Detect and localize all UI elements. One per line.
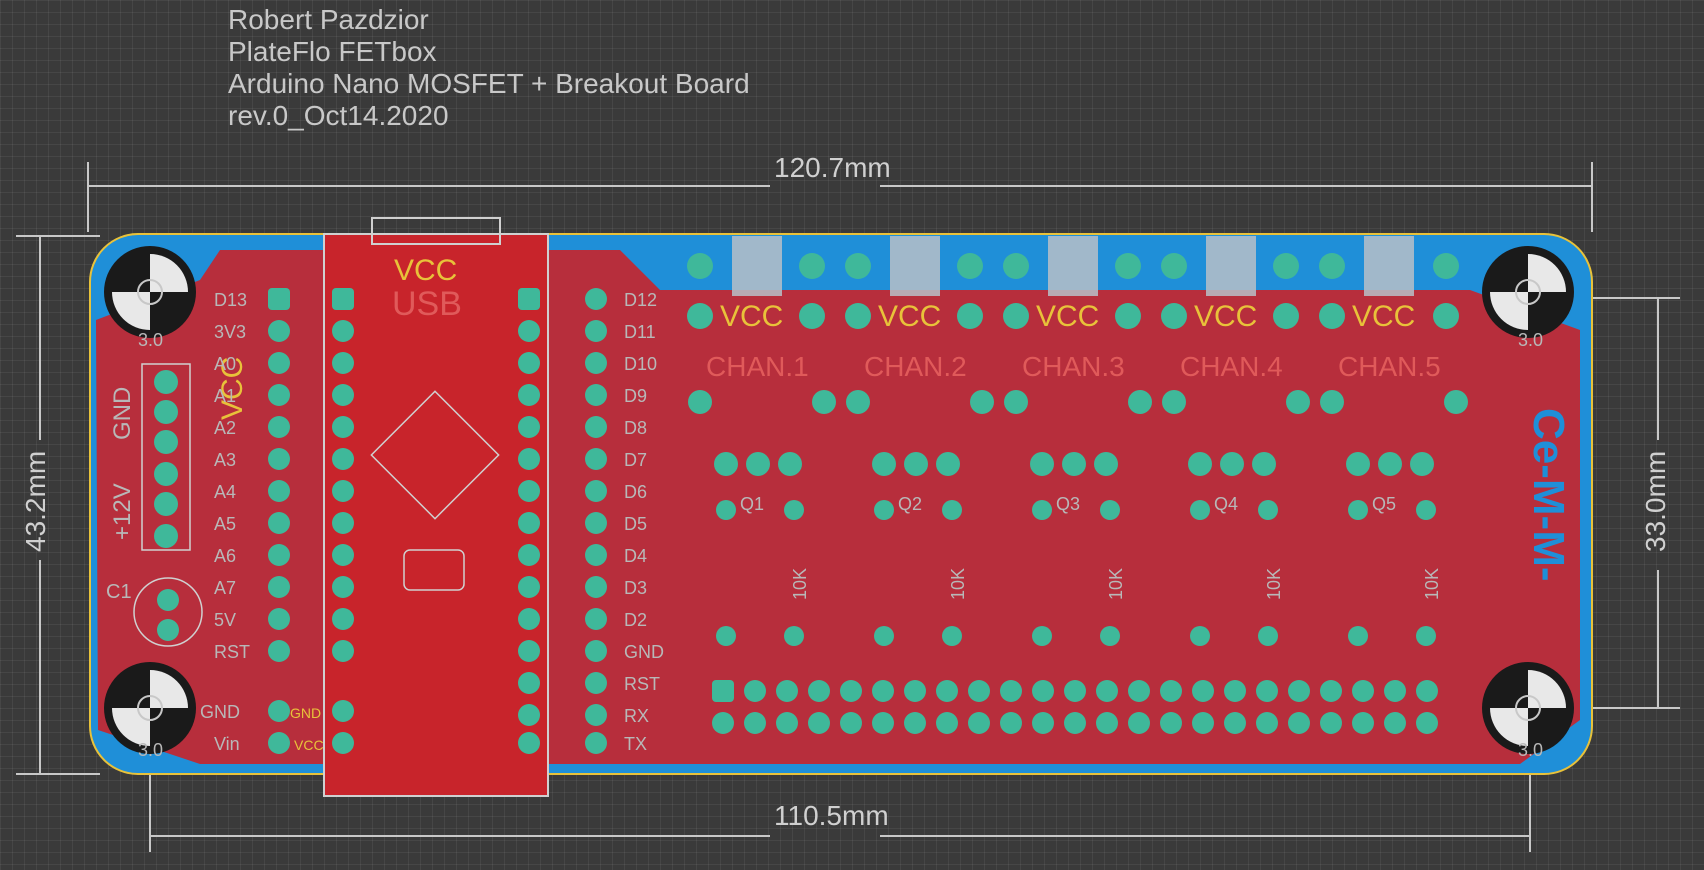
- vcc-net-label: VCC: [394, 254, 457, 287]
- channel-label: CHAN.5: [1338, 351, 1441, 382]
- power-terminal-label: +12V: [109, 483, 136, 540]
- left-pin-label: 5V: [214, 610, 236, 630]
- right-pin-label: D10: [624, 354, 657, 374]
- vcc-label: VCC: [878, 300, 941, 333]
- resistor-value: 10K: [1106, 568, 1126, 600]
- left-pin-label: A7: [214, 578, 236, 598]
- mosfet-label: Q5: [1372, 494, 1396, 514]
- right-pin-label: D6: [624, 482, 647, 502]
- channel-label: CHAN.4: [1180, 351, 1283, 382]
- resistor-value: 10K: [1422, 568, 1442, 600]
- mosfet-label: Q1: [740, 494, 764, 514]
- right-pin-label: D4: [624, 546, 647, 566]
- right-pin-label: D9: [624, 386, 647, 406]
- right-pin-label: RST: [624, 674, 660, 694]
- vcc-label: VCC: [1036, 300, 1099, 333]
- right-pin-label: GND: [624, 642, 664, 662]
- vcc-label: VCC: [1194, 300, 1257, 333]
- vcc-label: VCC: [1352, 300, 1415, 333]
- right-pin-label: TX: [624, 734, 647, 754]
- right-pin-label: D3: [624, 578, 647, 598]
- mosfet-label: Q3: [1056, 494, 1080, 514]
- right-pin-label: D2: [624, 610, 647, 630]
- resistor-value: 10K: [1264, 568, 1284, 600]
- left-pin-label: RST: [214, 642, 250, 662]
- left-pin-label: 3V3: [214, 322, 246, 342]
- right-pin-label: D12: [624, 290, 657, 310]
- usb-label: USB: [392, 285, 462, 323]
- mosfet-label: Q2: [898, 494, 922, 514]
- pad-gnd-label: GND: [290, 705, 321, 721]
- gnd-terminal-label: GND: [109, 387, 136, 440]
- hole-label-top-left: 3.0: [138, 330, 163, 350]
- channel-label: CHAN.1: [706, 351, 809, 382]
- resistor-value: 10K: [948, 568, 968, 600]
- channel-label: CHAN.3: [1022, 351, 1125, 382]
- vcc-label: VCC: [720, 300, 783, 333]
- hole-label-bottom-right: 3.0: [1518, 740, 1543, 760]
- right-pin-label: RX: [624, 706, 649, 726]
- left-pin-label: A3: [214, 450, 236, 470]
- left-pin-label: D13: [214, 290, 247, 310]
- left-pin-label: GND: [200, 702, 240, 722]
- mounting-hole-top-right: [1482, 246, 1574, 338]
- pad-vcc-label: VCC: [294, 737, 324, 753]
- left-pin-label: Vin: [214, 734, 240, 754]
- resistor-value: 10K: [790, 568, 810, 600]
- left-pin-label: A4: [214, 482, 236, 502]
- channel-label: CHAN.2: [864, 351, 967, 382]
- right-pin-label: D11: [624, 322, 656, 342]
- left-pin-label: A0: [214, 354, 236, 374]
- hole-label-bottom-left: 3.0: [138, 740, 163, 760]
- right-pin-label: D5: [624, 514, 647, 534]
- left-pin-label: A5: [214, 514, 236, 534]
- mosfet-label: Q4: [1214, 494, 1238, 514]
- hole-label-top-right: 3.0: [1518, 330, 1543, 350]
- left-pin-label: A1: [214, 386, 236, 406]
- right-pin-label: D8: [624, 418, 647, 438]
- logo-text: Ce-M-M-: [1524, 408, 1573, 582]
- left-pin-label: A6: [214, 546, 236, 566]
- mounting-hole-top-left: [104, 246, 196, 338]
- pcb-canvas[interactable]: VCC USB 3.0 3.0 3.0 3.0 GND +12V VCC C1 …: [0, 0, 1704, 870]
- left-pin-label: A2: [214, 418, 236, 438]
- capacitor-label: C1: [106, 581, 132, 603]
- right-pin-label: D7: [624, 450, 647, 470]
